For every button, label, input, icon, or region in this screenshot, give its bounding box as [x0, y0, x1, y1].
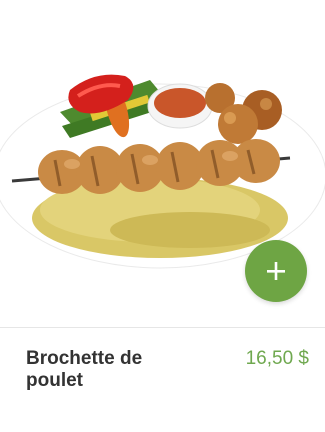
product-price: 16,50 $: [245, 348, 309, 369]
product-name[interactable]: Brochette de poulet: [26, 348, 196, 392]
plus-icon: [267, 262, 285, 280]
product-image-area[interactable]: [0, 0, 325, 327]
product-info: Brochette de poulet 16,50 $: [0, 328, 325, 432]
product-card[interactable]: Brochette de poulet 16,50 $: [0, 0, 325, 432]
add-to-cart-button[interactable]: [245, 240, 307, 302]
